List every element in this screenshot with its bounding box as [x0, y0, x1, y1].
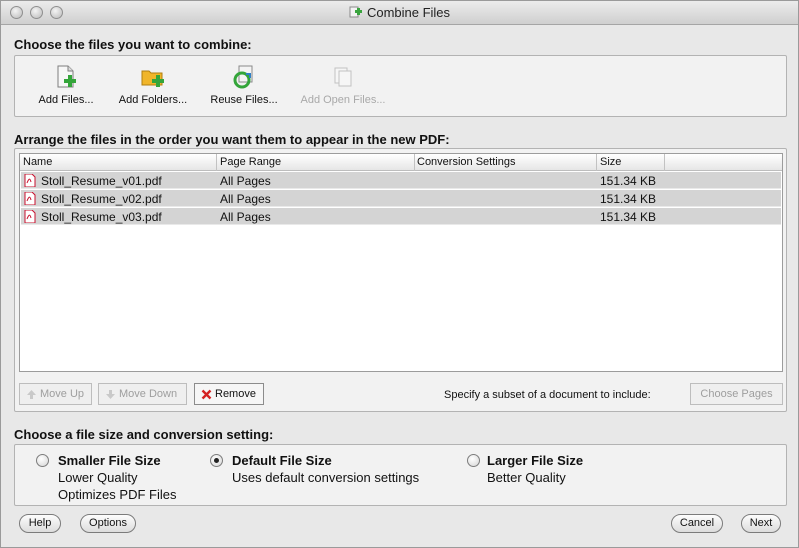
file-size: 151.34 KB — [600, 210, 657, 224]
move-down-button[interactable]: Move Down — [98, 383, 187, 405]
add-files-toolbar: Add Files... Add Folders... Reuse Files.… — [14, 55, 787, 117]
file-size: 151.34 KB — [600, 192, 657, 206]
remove-label: Remove — [215, 388, 256, 400]
column-conversion-settings[interactable]: Conversion Settings — [417, 156, 515, 168]
smaller-file-size-desc: Lower Quality — [58, 470, 138, 485]
file-size-options: Smaller File Size Lower Quality Optimize… — [14, 444, 787, 506]
column-divider — [414, 154, 415, 171]
help-button[interactable]: Help — [19, 514, 61, 533]
arrange-files-label: Arrange the files in the order you want … — [14, 132, 450, 147]
red-x-icon — [201, 389, 212, 399]
window-title-area: Combine Files — [1, 5, 798, 20]
column-divider — [216, 154, 217, 171]
arrow-down-icon — [106, 389, 115, 399]
pdf-file-icon — [24, 210, 36, 223]
file-name: Stoll_Resume_v01.pdf — [41, 174, 162, 188]
file-name: Stoll_Resume_v03.pdf — [41, 210, 162, 224]
pdf-file-icon — [24, 174, 36, 187]
recycle-icon — [233, 65, 253, 89]
column-name[interactable]: Name — [23, 156, 52, 168]
reuse-files-button[interactable]: Reuse Files... — [199, 64, 289, 106]
title-bar: Combine Files — [1, 1, 798, 25]
options-button[interactable]: Options — [80, 514, 136, 533]
cancel-button[interactable]: Cancel — [671, 514, 723, 533]
move-down-label: Move Down — [119, 388, 178, 400]
choose-pages-button[interactable]: Choose Pages — [690, 383, 783, 405]
move-up-label: Move Up — [40, 388, 85, 400]
choose-files-label: Choose the files you want to combine: — [14, 37, 252, 52]
next-button[interactable]: Next — [741, 514, 781, 533]
smaller-file-size-title[interactable]: Smaller File Size — [58, 453, 161, 468]
file-list[interactable]: Name Page Range Conversion Settings Size… — [19, 153, 783, 372]
page-range: All Pages — [220, 192, 271, 206]
larger-file-size-title[interactable]: Larger File Size — [487, 453, 583, 468]
page-range: All Pages — [220, 210, 271, 224]
reuse-files-label: Reuse Files... — [210, 94, 278, 106]
subset-hint: Specify a subset of a document to includ… — [444, 389, 651, 401]
column-divider — [664, 154, 665, 171]
pdf-file-icon — [24, 192, 36, 205]
window-title: Combine Files — [366, 5, 451, 20]
folder-plus-icon — [141, 70, 164, 87]
column-size[interactable]: Size — [600, 156, 621, 168]
add-files-button[interactable]: Add Files... — [21, 64, 111, 106]
table-row[interactable]: Stoll_Resume_v02.pdf All Pages 151.34 KB — [21, 190, 781, 207]
arrow-up-icon — [27, 389, 36, 399]
column-divider — [596, 154, 597, 171]
larger-file-size-desc: Better Quality — [487, 470, 566, 485]
default-file-size-desc: Uses default conversion settings — [232, 470, 420, 485]
move-up-button[interactable]: Move Up — [19, 383, 92, 405]
table-row[interactable]: Stoll_Resume_v01.pdf All Pages 151.34 KB — [21, 172, 781, 189]
default-file-size-radio[interactable] — [210, 454, 223, 467]
document-plus-icon — [57, 65, 76, 88]
file-list-header: Name Page Range Conversion Settings Size — [20, 154, 782, 171]
larger-file-size-radio[interactable] — [467, 454, 480, 467]
smaller-file-size-desc: Optimizes PDF Files — [58, 487, 177, 502]
add-files-label: Add Files... — [38, 94, 94, 106]
file-name: Stoll_Resume_v02.pdf — [41, 192, 162, 206]
page-range: All Pages — [220, 174, 271, 188]
file-size-setting-label: Choose a file size and conversion settin… — [14, 427, 274, 442]
default-file-size-title[interactable]: Default File Size — [232, 453, 332, 468]
file-size: 151.34 KB — [600, 174, 657, 188]
open-documents-icon — [334, 67, 352, 87]
add-open-files-label: Add Open Files... — [300, 94, 386, 106]
combine-files-icon — [349, 6, 362, 18]
add-open-files-button[interactable]: Add Open Files... — [298, 64, 388, 106]
smaller-file-size-radio[interactable] — [36, 454, 49, 467]
column-page-range[interactable]: Page Range — [220, 156, 281, 168]
remove-button[interactable]: Remove — [194, 383, 264, 405]
table-row[interactable]: Stoll_Resume_v03.pdf All Pages 151.34 KB — [21, 208, 781, 225]
add-folders-button[interactable]: Add Folders... — [108, 64, 198, 106]
combine-files-window: Combine Files Choose the files you want … — [0, 0, 799, 548]
add-folders-label: Add Folders... — [118, 94, 188, 106]
